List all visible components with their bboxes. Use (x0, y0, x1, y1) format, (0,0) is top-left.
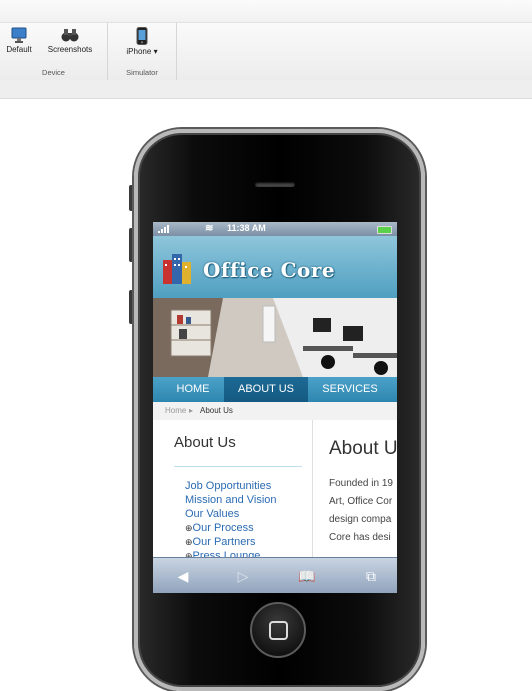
pages-icon[interactable]: ⧉ (361, 566, 381, 586)
sidebar-link-our-partners[interactable]: ⊕Our Partners (185, 536, 256, 548)
status-bar: ≋ 11:38 AM (153, 222, 397, 236)
sidebar-link-mission-vision[interactable]: Mission and Vision (185, 494, 277, 506)
nav-services[interactable]: SERVICES (313, 377, 387, 402)
page-content: About Us Job Opportunities Mission and V… (153, 420, 397, 565)
binoculars-icon (61, 29, 79, 42)
iphone-dropdown[interactable]: iPhone ▾ (122, 27, 162, 56)
home-button[interactable] (250, 602, 306, 658)
device-group: Default Screenshots Device (0, 23, 108, 80)
sidebar-title: About Us (174, 434, 236, 451)
site-logo-text[interactable]: Office Core (203, 258, 335, 282)
device-group-label: Device (42, 68, 65, 77)
sidebar-link-job-opportunities[interactable]: Job Opportunities (185, 480, 271, 492)
battery-icon (377, 226, 392, 234)
safari-toolbar: ◀ ▷ 📖 ⧉ (153, 557, 397, 593)
office-building-logo-icon[interactable] (161, 250, 197, 286)
site-header: Office Core (153, 236, 397, 298)
earpiece-speaker (255, 182, 295, 187)
breadcrumb: Home ▸ About Us (153, 402, 397, 421)
simulator-group: iPhone ▾ Simulator (108, 23, 177, 80)
default-button[interactable]: Default (4, 27, 34, 54)
back-icon[interactable]: ◀ (173, 566, 193, 586)
column-divider (312, 420, 313, 565)
breadcrumb-separator-icon: ▸ (189, 406, 194, 415)
sidebar-link-our-values[interactable]: Our Values (185, 508, 239, 520)
sidebar-link-our-process[interactable]: ⊕Our Process (185, 522, 254, 534)
expand-plus-icon: ⊕ (185, 537, 193, 547)
chevron-down-icon: ▾ (153, 47, 158, 56)
office-hero-image (153, 298, 397, 377)
nav-about-us[interactable]: ABOUT US (224, 377, 308, 402)
breadcrumb-current: About Us (200, 406, 233, 415)
ribbon: Default Screenshots Device iPhone ▾ Simu… (0, 22, 532, 81)
mute-switch (129, 185, 133, 211)
main-nav: HOME ABOUT US SERVICES (153, 377, 397, 402)
monitor-icon (11, 27, 27, 43)
wifi-icon: ≋ (205, 223, 214, 234)
simulator-group-label: Simulator (126, 68, 158, 77)
bookmarks-icon[interactable]: 📖 (297, 566, 317, 586)
breadcrumb-home[interactable]: Home (165, 406, 186, 415)
paragraph-line: Founded in 19 (329, 478, 393, 489)
phone-icon (136, 27, 148, 45)
paragraph-line: Core has desi (329, 532, 391, 543)
phone-screen: ≋ 11:38 AM Office Core HOME ABOUT US SER… (153, 222, 397, 593)
home-square-icon (269, 621, 288, 640)
office-photo-graphic (153, 298, 397, 377)
signal-icon (158, 225, 169, 233)
ribbon-footer-strip (0, 80, 532, 99)
volume-up-button (129, 228, 133, 262)
forward-icon[interactable]: ▷ (233, 566, 253, 586)
paragraph-line: Art, Office Cor (329, 496, 393, 507)
window-top-bar (0, 0, 532, 22)
main-title: About Us (329, 438, 397, 459)
paragraph-line: design compa (329, 514, 392, 525)
expand-plus-icon: ⊕ (185, 523, 193, 533)
status-time: 11:38 AM (227, 223, 266, 233)
screenshots-button[interactable]: Screenshots (38, 27, 102, 54)
volume-down-button (129, 290, 133, 324)
sidebar-divider (174, 466, 302, 467)
nav-home[interactable]: HOME (165, 377, 221, 402)
